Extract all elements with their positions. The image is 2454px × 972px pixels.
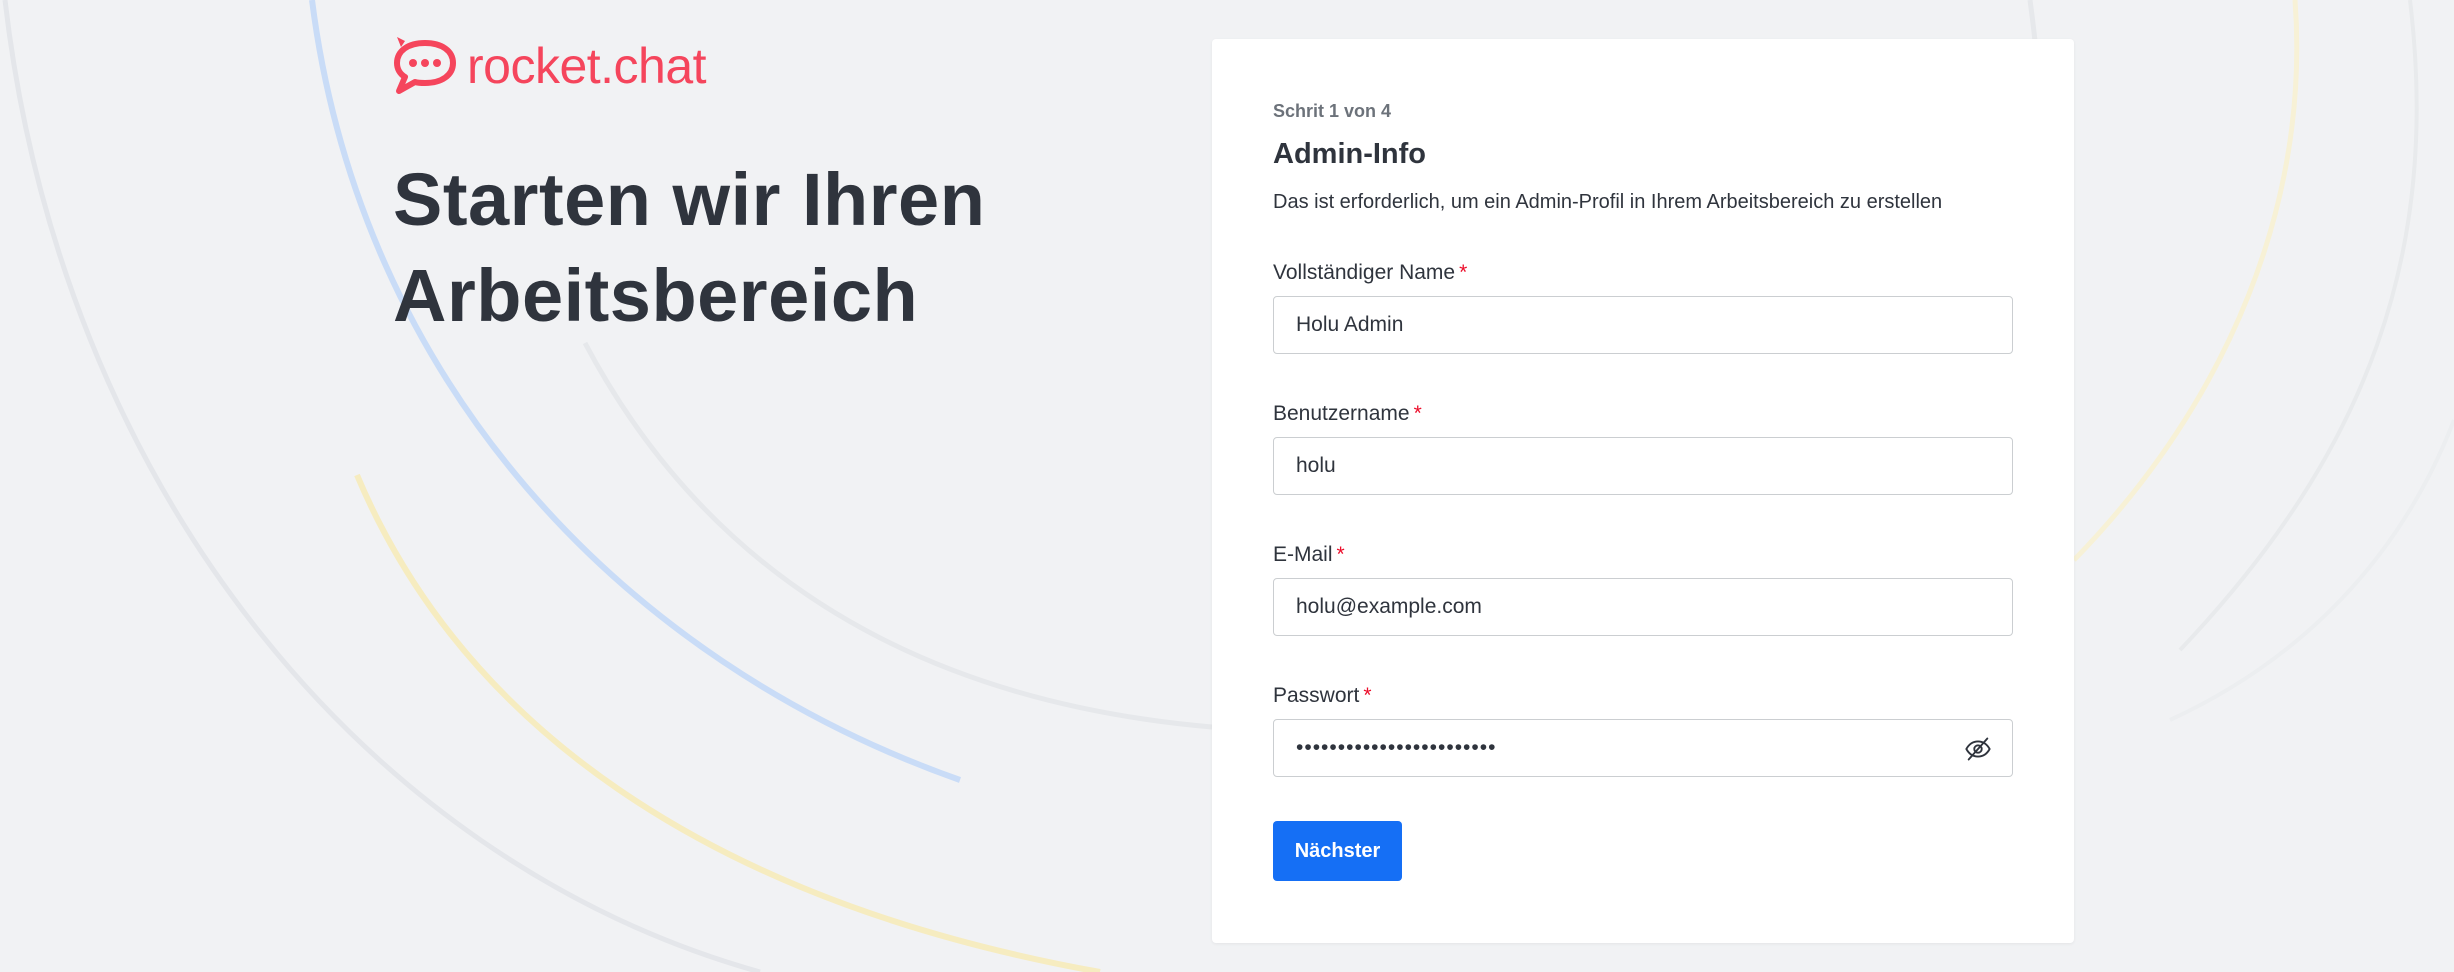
fullname-field	[1273, 296, 2013, 354]
step-indicator: Schrit 1 von 4	[1273, 101, 1392, 121]
rocket-chat-logo-icon	[394, 37, 456, 94]
email-field	[1273, 578, 2013, 636]
required-marker: *	[1363, 684, 1372, 707]
page-heading-line-1: Starten wir Ihren	[393, 158, 986, 241]
username-label: Benutzername *	[1273, 402, 1422, 426]
background-arc-gray-outer	[2, 0, 761, 972]
required-marker: *	[1336, 543, 1345, 566]
form-title: Admin-Info	[1273, 138, 1427, 170]
rocket-chat-logo: rocket.chat	[393, 36, 707, 96]
email-input[interactable]	[1274, 579, 2012, 635]
page-heading: Starten wir Ihren Arbeitsbereich	[393, 152, 1153, 344]
password-field	[1273, 719, 2013, 777]
password-input[interactable]	[1274, 720, 2012, 776]
background-arc-right-gray-3	[2169, 419, 2454, 722]
setup-wizard-page: rocket.chat Starten wir Ihren Arbeitsber…	[0, 0, 2454, 972]
background-arc-right-yellow	[2072, 0, 2300, 562]
background-arc-yellow	[354, 473, 1101, 972]
username-input[interactable]	[1274, 438, 2012, 494]
form-subtitle: Das ist erforderlich, um ein Admin-Profi…	[1273, 191, 1943, 213]
fullname-input[interactable]	[1274, 297, 2012, 353]
required-marker: *	[1459, 261, 1468, 284]
logo-wordmark: rocket.chat	[467, 38, 707, 94]
required-marker: *	[1413, 402, 1422, 425]
admin-info-form-card: Schrit 1 von 4 Admin-Info Das ist erford…	[1212, 39, 2074, 943]
background-arc-blue	[309, 0, 961, 783]
eye-off-icon[interactable]	[1964, 735, 1992, 763]
background-arc-gray-inner	[582, 341, 1213, 730]
username-label-text: Benutzername	[1273, 402, 1410, 425]
next-button[interactable]: Nächster	[1273, 821, 1402, 881]
email-label-text: E-Mail	[1273, 543, 1333, 566]
email-label: E-Mail *	[1273, 543, 1345, 567]
username-field	[1273, 437, 2013, 495]
fullname-label-text: Vollständiger Name	[1273, 261, 1456, 284]
password-label-text: Passwort	[1273, 684, 1360, 707]
password-label: Passwort *	[1273, 684, 1372, 708]
fullname-label: Vollständiger Name *	[1273, 261, 1467, 285]
page-heading-line-2: Arbeitsbereich	[393, 254, 919, 337]
